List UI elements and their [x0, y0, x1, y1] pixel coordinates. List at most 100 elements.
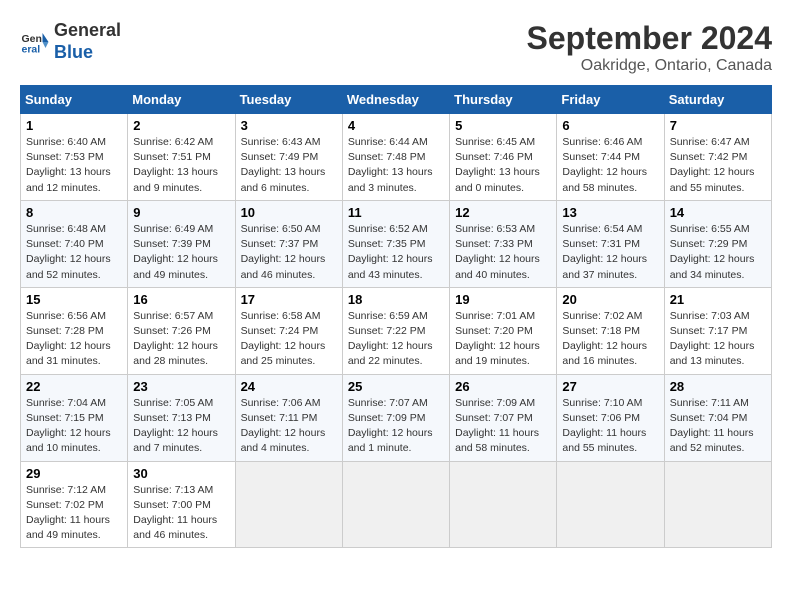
calendar-week-row: 29 Sunrise: 7:12 AM Sunset: 7:02 PM Dayl…	[21, 461, 772, 548]
day-number: 21	[670, 292, 766, 307]
header-wednesday: Wednesday	[342, 86, 449, 114]
location-title: Oakridge, Ontario, Canada	[527, 57, 772, 75]
table-row: 28 Sunrise: 7:11 AM Sunset: 7:04 PM Dayl…	[664, 374, 771, 461]
day-info: Sunrise: 7:11 AM Sunset: 7:04 PM Dayligh…	[670, 396, 766, 457]
day-info: Sunrise: 6:53 AM Sunset: 7:33 PM Dayligh…	[455, 222, 551, 283]
table-row: 10 Sunrise: 6:50 AM Sunset: 7:37 PM Dayl…	[235, 200, 342, 287]
day-info: Sunrise: 7:10 AM Sunset: 7:06 PM Dayligh…	[562, 396, 658, 457]
logo: Gen eral General Blue	[20, 20, 121, 63]
day-info: Sunrise: 6:59 AM Sunset: 7:22 PM Dayligh…	[348, 309, 444, 370]
table-row: 23 Sunrise: 7:05 AM Sunset: 7:13 PM Dayl…	[128, 374, 235, 461]
table-row: 24 Sunrise: 7:06 AM Sunset: 7:11 PM Dayl…	[235, 374, 342, 461]
table-row: 13 Sunrise: 6:54 AM Sunset: 7:31 PM Dayl…	[557, 200, 664, 287]
header-sunday: Sunday	[21, 86, 128, 114]
day-info: Sunrise: 6:54 AM Sunset: 7:31 PM Dayligh…	[562, 222, 658, 283]
calendar-table: Sunday Monday Tuesday Wednesday Thursday…	[20, 85, 772, 548]
day-info: Sunrise: 6:52 AM Sunset: 7:35 PM Dayligh…	[348, 222, 444, 283]
day-info: Sunrise: 6:58 AM Sunset: 7:24 PM Dayligh…	[241, 309, 337, 370]
table-row: 11 Sunrise: 6:52 AM Sunset: 7:35 PM Dayl…	[342, 200, 449, 287]
calendar-week-row: 15 Sunrise: 6:56 AM Sunset: 7:28 PM Dayl…	[21, 287, 772, 374]
day-number: 15	[26, 292, 122, 307]
day-info: Sunrise: 7:04 AM Sunset: 7:15 PM Dayligh…	[26, 396, 122, 457]
table-row	[235, 461, 342, 548]
title-area: September 2024 Oakridge, Ontario, Canada	[527, 20, 772, 75]
day-info: Sunrise: 7:06 AM Sunset: 7:11 PM Dayligh…	[241, 396, 337, 457]
calendar-week-row: 8 Sunrise: 6:48 AM Sunset: 7:40 PM Dayli…	[21, 200, 772, 287]
calendar-body: 1 Sunrise: 6:40 AM Sunset: 7:53 PM Dayli…	[21, 114, 772, 548]
table-row: 2 Sunrise: 6:42 AM Sunset: 7:51 PM Dayli…	[128, 114, 235, 201]
table-row: 14 Sunrise: 6:55 AM Sunset: 7:29 PM Dayl…	[664, 200, 771, 287]
header-friday: Friday	[557, 86, 664, 114]
table-row: 26 Sunrise: 7:09 AM Sunset: 7:07 PM Dayl…	[450, 374, 557, 461]
day-info: Sunrise: 7:12 AM Sunset: 7:02 PM Dayligh…	[26, 483, 122, 544]
day-info: Sunrise: 6:45 AM Sunset: 7:46 PM Dayligh…	[455, 135, 551, 196]
day-info: Sunrise: 6:42 AM Sunset: 7:51 PM Dayligh…	[133, 135, 229, 196]
day-number: 24	[241, 379, 337, 394]
logo-icon: Gen eral	[20, 27, 50, 57]
page-header: Gen eral General Blue September 2024 Oak…	[20, 20, 772, 75]
day-info: Sunrise: 7:07 AM Sunset: 7:09 PM Dayligh…	[348, 396, 444, 457]
header-tuesday: Tuesday	[235, 86, 342, 114]
day-info: Sunrise: 7:09 AM Sunset: 7:07 PM Dayligh…	[455, 396, 551, 457]
day-number: 23	[133, 379, 229, 394]
day-info: Sunrise: 6:43 AM Sunset: 7:49 PM Dayligh…	[241, 135, 337, 196]
day-number: 28	[670, 379, 766, 394]
day-number: 14	[670, 205, 766, 220]
table-row: 25 Sunrise: 7:07 AM Sunset: 7:09 PM Dayl…	[342, 374, 449, 461]
day-info: Sunrise: 6:49 AM Sunset: 7:39 PM Dayligh…	[133, 222, 229, 283]
day-number: 4	[348, 118, 444, 133]
month-title: September 2024	[527, 20, 772, 57]
day-info: Sunrise: 7:02 AM Sunset: 7:18 PM Dayligh…	[562, 309, 658, 370]
day-number: 30	[133, 466, 229, 481]
day-number: 6	[562, 118, 658, 133]
table-row: 18 Sunrise: 6:59 AM Sunset: 7:22 PM Dayl…	[342, 287, 449, 374]
day-number: 3	[241, 118, 337, 133]
table-row: 8 Sunrise: 6:48 AM Sunset: 7:40 PM Dayli…	[21, 200, 128, 287]
day-number: 8	[26, 205, 122, 220]
table-row: 15 Sunrise: 6:56 AM Sunset: 7:28 PM Dayl…	[21, 287, 128, 374]
day-info: Sunrise: 7:03 AM Sunset: 7:17 PM Dayligh…	[670, 309, 766, 370]
day-info: Sunrise: 7:01 AM Sunset: 7:20 PM Dayligh…	[455, 309, 551, 370]
day-number: 11	[348, 205, 444, 220]
day-number: 5	[455, 118, 551, 133]
logo-name: General Blue	[54, 20, 121, 63]
day-number: 12	[455, 205, 551, 220]
logo-line1: General	[54, 20, 121, 42]
day-info: Sunrise: 6:56 AM Sunset: 7:28 PM Dayligh…	[26, 309, 122, 370]
day-number: 1	[26, 118, 122, 133]
table-row: 16 Sunrise: 6:57 AM Sunset: 7:26 PM Dayl…	[128, 287, 235, 374]
day-info: Sunrise: 6:48 AM Sunset: 7:40 PM Dayligh…	[26, 222, 122, 283]
table-row: 21 Sunrise: 7:03 AM Sunset: 7:17 PM Dayl…	[664, 287, 771, 374]
day-info: Sunrise: 7:05 AM Sunset: 7:13 PM Dayligh…	[133, 396, 229, 457]
table-row	[664, 461, 771, 548]
day-number: 17	[241, 292, 337, 307]
day-info: Sunrise: 6:47 AM Sunset: 7:42 PM Dayligh…	[670, 135, 766, 196]
header-thursday: Thursday	[450, 86, 557, 114]
day-info: Sunrise: 6:50 AM Sunset: 7:37 PM Dayligh…	[241, 222, 337, 283]
svg-text:eral: eral	[22, 43, 41, 55]
day-number: 22	[26, 379, 122, 394]
day-info: Sunrise: 6:44 AM Sunset: 7:48 PM Dayligh…	[348, 135, 444, 196]
table-row: 6 Sunrise: 6:46 AM Sunset: 7:44 PM Dayli…	[557, 114, 664, 201]
calendar-week-row: 1 Sunrise: 6:40 AM Sunset: 7:53 PM Dayli…	[21, 114, 772, 201]
day-number: 2	[133, 118, 229, 133]
day-info: Sunrise: 6:46 AM Sunset: 7:44 PM Dayligh…	[562, 135, 658, 196]
table-row: 4 Sunrise: 6:44 AM Sunset: 7:48 PM Dayli…	[342, 114, 449, 201]
table-row: 19 Sunrise: 7:01 AM Sunset: 7:20 PM Dayl…	[450, 287, 557, 374]
day-info: Sunrise: 6:55 AM Sunset: 7:29 PM Dayligh…	[670, 222, 766, 283]
table-row: 9 Sunrise: 6:49 AM Sunset: 7:39 PM Dayli…	[128, 200, 235, 287]
table-row: 3 Sunrise: 6:43 AM Sunset: 7:49 PM Dayli…	[235, 114, 342, 201]
table-row	[342, 461, 449, 548]
table-row: 5 Sunrise: 6:45 AM Sunset: 7:46 PM Dayli…	[450, 114, 557, 201]
day-number: 27	[562, 379, 658, 394]
day-number: 26	[455, 379, 551, 394]
day-number: 18	[348, 292, 444, 307]
table-row	[557, 461, 664, 548]
day-number: 20	[562, 292, 658, 307]
day-number: 10	[241, 205, 337, 220]
table-row: 17 Sunrise: 6:58 AM Sunset: 7:24 PM Dayl…	[235, 287, 342, 374]
header-saturday: Saturday	[664, 86, 771, 114]
day-info: Sunrise: 6:40 AM Sunset: 7:53 PM Dayligh…	[26, 135, 122, 196]
day-number: 29	[26, 466, 122, 481]
day-number: 25	[348, 379, 444, 394]
